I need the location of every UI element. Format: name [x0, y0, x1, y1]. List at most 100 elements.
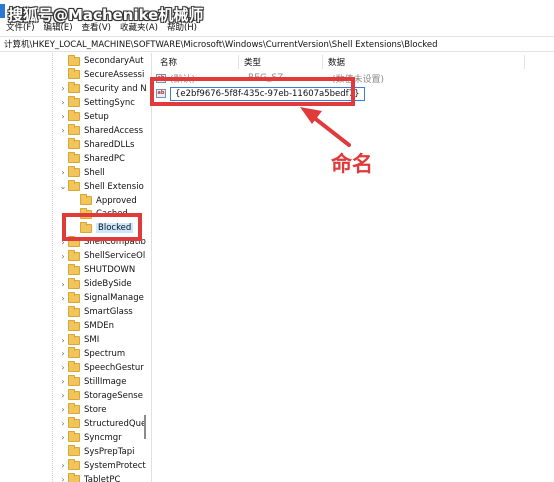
tree-item-spectrum[interactable]: › Spectrum	[58, 347, 125, 361]
chevron-right-icon[interactable]: ›	[58, 461, 68, 470]
folder-icon	[68, 361, 80, 373]
tree-item-sidebyside[interactable]: › SideBySide	[58, 277, 132, 291]
tree-item-label: SharedDLLs	[84, 139, 135, 150]
tree-item-speechgestur[interactable]: › SpeechGestur	[58, 361, 144, 375]
chevron-right-icon[interactable]: ›	[58, 433, 68, 442]
chevron-right-icon[interactable]: ›	[58, 391, 68, 400]
column-divider[interactable]	[322, 55, 323, 69]
folder-icon	[68, 82, 80, 94]
tree-item-label: SideBySide	[84, 279, 132, 290]
tree-item-approved[interactable]: Approved	[70, 194, 137, 208]
chevron-right-icon[interactable]: ›	[58, 252, 68, 261]
tree-item-label: Spectrum	[84, 348, 126, 359]
tree-item-settingsync[interactable]: › SettingSync	[58, 96, 135, 110]
column-divider[interactable]	[524, 55, 525, 69]
folder-icon	[68, 124, 80, 136]
chevron-right-icon[interactable]: ›	[58, 336, 68, 345]
folder-icon	[68, 291, 80, 303]
folder-icon	[68, 403, 80, 415]
tree-item-setup[interactable]: › Setup	[58, 110, 109, 124]
tree-item-label: SettingSync	[84, 97, 135, 108]
tree-item-smden[interactable]: SMDEn	[58, 319, 114, 333]
folder-icon	[80, 194, 92, 205]
tree-item-label: SystemProtect	[84, 460, 146, 471]
tree-item-store[interactable]: › Store	[58, 403, 106, 417]
tree-item-shell[interactable]: › Shell	[58, 166, 105, 180]
tree-item-security-and-n[interactable]: › Security and N	[58, 82, 147, 96]
chevron-right-icon[interactable]: ›	[58, 363, 68, 372]
registry-tree[interactable]: SecondaryAut SecureAssessi › Security and N…	[0, 53, 151, 482]
tree-item-secondaryaut[interactable]: SecondaryAut	[58, 54, 144, 68]
tree-item-smartglass[interactable]: SmartGlass	[58, 305, 133, 319]
chevron-right-icon[interactable]: ›	[58, 475, 68, 482]
highlight-box-new-value	[150, 77, 355, 106]
chevron-right-icon[interactable]: ›	[58, 98, 68, 107]
folder-icon	[68, 389, 80, 401]
tree-guide-line	[52, 53, 53, 482]
tree-item-label: Store	[84, 404, 107, 415]
folder-icon	[68, 249, 80, 261]
tree-scrollbar-thumb[interactable]	[144, 415, 146, 439]
folder-icon	[68, 347, 80, 359]
tree-item-label: SignalManage	[84, 293, 144, 304]
chevron-right-icon[interactable]: ›	[58, 112, 68, 121]
folder-icon	[68, 445, 80, 457]
tree-item-label: Shell Extensio	[84, 181, 144, 192]
folder-icon	[68, 68, 80, 80]
folder-icon	[68, 277, 80, 289]
chevron-right-icon[interactable]: ›	[58, 294, 68, 303]
column-header-type[interactable]: 类型	[244, 55, 261, 69]
values-pane[interactable]: 名称 类型 数据 ab (默认) REG_SZ (数值未设置) ab {e2bf…	[152, 53, 554, 482]
folder-icon	[68, 54, 80, 66]
tree-item-label: Setup	[84, 111, 109, 122]
tree-item-label: StorageSense	[84, 390, 143, 401]
tree-item-label: SharedPC	[84, 153, 125, 164]
folder-icon	[68, 319, 80, 331]
chevron-down-icon[interactable]: ⌄	[58, 182, 68, 191]
tree-item-systemprotect[interactable]: › SystemProtect	[58, 459, 146, 473]
chevron-right-icon[interactable]: ›	[58, 168, 68, 177]
folder-icon	[68, 263, 80, 275]
chevron-right-icon[interactable]: ›	[58, 419, 68, 428]
tree-item-shellserviceol[interactable]: › ShellServiceOl	[58, 249, 145, 263]
tree-item-label: ShellServiceOl	[84, 251, 146, 262]
tree-item-structuredque[interactable]: › StructuredQue	[58, 417, 146, 431]
folder-icon	[68, 431, 80, 443]
tree-item-syncmgr[interactable]: › Syncmgr	[58, 431, 122, 445]
folder-icon	[68, 333, 80, 345]
folder-icon	[68, 417, 80, 429]
tree-item-signalmanage[interactable]: › SignalManage	[58, 291, 144, 305]
tree-item-sharedaccess[interactable]: › SharedAccess	[58, 124, 143, 138]
tree-item-label: SharedAccess	[84, 125, 144, 136]
tree-item-label: SMI	[84, 335, 100, 345]
watermark: 搜狐号@Machenike机械师	[8, 6, 204, 24]
folder-icon	[68, 166, 80, 178]
annotation-label: 命名	[331, 152, 373, 176]
tree-item-stillimage[interactable]: › StillImage	[58, 375, 126, 389]
chevron-right-icon[interactable]: ›	[58, 280, 68, 289]
tree-item-tabletpc[interactable]: › TabletPC	[58, 473, 120, 482]
chevron-right-icon[interactable]: ›	[58, 126, 68, 135]
folder-icon	[68, 459, 80, 471]
tree-item-label: SecureAssessi	[84, 69, 145, 80]
tree-item-secureassessi[interactable]: SecureAssessi	[58, 68, 144, 82]
chevron-right-icon[interactable]: ›	[58, 84, 68, 93]
chevron-right-icon[interactable]: ›	[58, 405, 68, 414]
tree-item-shell-extensio[interactable]: ⌄ Shell Extensio	[58, 180, 144, 194]
tree-item-storagesense[interactable]: › StorageSense	[58, 389, 143, 403]
tree-item-smi[interactable]: › SMI	[58, 333, 99, 347]
tree-item-label: StillImage	[84, 376, 127, 387]
tree-item-shareddlls[interactable]: SharedDLLs	[58, 138, 134, 152]
chevron-right-icon[interactable]: ›	[58, 377, 68, 386]
folder-icon	[68, 110, 80, 122]
tree-item-syspreptapi[interactable]: SysPrepTapi	[58, 445, 135, 459]
tree-item-label: SysPrepTapi	[84, 446, 135, 457]
folder-icon	[68, 375, 80, 387]
tree-item-shutdown[interactable]: SHUTDOWN	[58, 263, 135, 277]
column-header-name[interactable]: 名称	[160, 55, 177, 69]
address-bar[interactable]: 计算机\HKEY_LOCAL_MACHINE\SOFTWARE\Microsof…	[0, 36, 554, 52]
chevron-right-icon[interactable]: ›	[58, 349, 68, 358]
column-divider[interactable]	[238, 55, 239, 69]
tree-item-sharedpc[interactable]: SharedPC	[58, 152, 125, 166]
column-header-data[interactable]: 数据	[328, 55, 345, 69]
